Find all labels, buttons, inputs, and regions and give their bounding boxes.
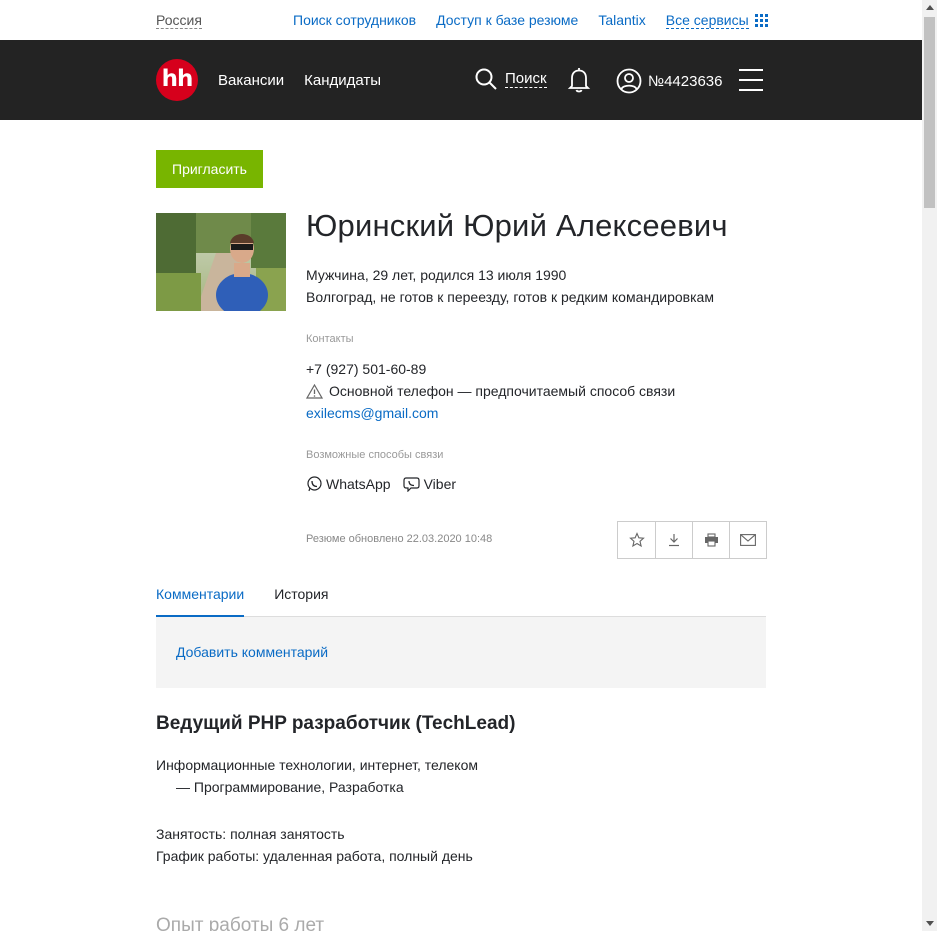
apps-grid-icon <box>754 14 768 27</box>
resume-db-link[interactable]: Доступ к базе резюме <box>436 12 578 29</box>
star-icon <box>628 532 645 548</box>
account-number: №4423636 <box>648 72 723 90</box>
scroll-down-arrow-icon[interactable] <box>926 921 934 926</box>
menu-button[interactable] <box>739 69 763 91</box>
viber-label: Viber <box>423 476 457 492</box>
contacts-label: Контакты <box>306 333 354 345</box>
account-button[interactable]: №4423636 <box>616 68 723 94</box>
nav-vacancies[interactable]: Вакансии <box>218 72 284 89</box>
email-link[interactable]: exilecms@gmail.com <box>306 404 438 422</box>
contact-ways-label: Возможные способы связи <box>306 449 444 461</box>
search-icon <box>475 68 497 90</box>
employee-search-link[interactable]: Поиск сотрудников <box>293 12 416 29</box>
warning-icon <box>306 383 323 399</box>
candidate-location: Волгоград, не готов к переезду, готов к … <box>306 289 714 305</box>
whatsapp-icon <box>307 476 322 492</box>
comments-panel: Добавить комментарий <box>156 617 766 688</box>
candidate-photo <box>156 213 286 311</box>
resume-tabs: Комментарии История <box>156 586 766 617</box>
position-schedule: График работы: удаленная работа, полный … <box>156 848 473 864</box>
phone-number[interactable]: +7 (927) 501-60-89 <box>306 360 426 378</box>
resume-actions <box>617 521 767 559</box>
region-selector[interactable]: Россия <box>156 12 202 29</box>
messengers: WhatsApp Viber <box>306 476 456 492</box>
email-text[interactable]: exilecms@gmail.com <box>306 405 438 421</box>
all-services-menu[interactable]: Все сервисы <box>665 12 768 29</box>
all-services-link[interactable]: Все сервисы <box>665 12 749 29</box>
position-industry: Информационные технологии, интернет, тел… <box>156 757 478 773</box>
candidate-name: Юринский Юрий Алексеевич <box>306 208 728 243</box>
download-icon <box>669 534 679 547</box>
phone-note: Основной телефон — предпочитаемый способ… <box>306 382 675 400</box>
position-title: Ведущий PHP разработчик (TechLead) <box>156 713 516 734</box>
bell-icon <box>567 68 591 93</box>
invite-button[interactable]: Пригласить <box>156 150 263 188</box>
tab-history[interactable]: История <box>274 586 328 617</box>
resume-updated: Резюме обновлено 22.03.2020 10:48 <box>306 533 493 545</box>
viber-icon <box>402 477 420 492</box>
printer-icon <box>704 533 718 547</box>
hh-logo[interactable]: hh <box>156 59 198 101</box>
talantix-link[interactable]: Talantix <box>598 12 645 29</box>
position-employment: Занятость: полная занятость <box>156 826 345 842</box>
add-comment-link[interactable]: Добавить комментарий <box>176 644 328 660</box>
whatsapp-link[interactable]: WhatsApp <box>306 476 391 492</box>
tab-comments[interactable]: Комментарии <box>156 586 245 617</box>
hamburger-icon <box>739 69 763 91</box>
header-search[interactable]: Поиск <box>475 68 547 90</box>
envelope-icon <box>740 534 756 546</box>
favorite-button[interactable] <box>618 522 655 558</box>
scrollbar-thumb[interactable] <box>924 17 935 208</box>
top-links: Поиск сотрудников Доступ к базе резюме T… <box>293 12 768 29</box>
phone-note-text: Основной телефон — предпочитаемый способ… <box>329 383 676 399</box>
main-nav: Вакансии Кандидаты <box>218 72 381 89</box>
page-scrollbar[interactable] <box>922 0 937 931</box>
whatsapp-label: WhatsApp <box>326 476 391 492</box>
email-resume-button[interactable] <box>729 522 766 558</box>
user-icon <box>616 68 642 94</box>
experience-heading: Опыт работы 6 лет <box>156 915 325 931</box>
candidate-summary: Мужчина, 29 лет, родился 13 июля 1990 <box>306 267 567 283</box>
nav-candidates[interactable]: Кандидаты <box>304 72 381 89</box>
print-button[interactable] <box>692 522 729 558</box>
scroll-up-arrow-icon[interactable] <box>926 5 934 10</box>
top-strip: Россия Поиск сотрудников Доступ к базе р… <box>0 0 922 40</box>
position-specialization: — Программирование, Разработка <box>176 779 404 795</box>
viber-link[interactable]: Viber <box>402 476 457 492</box>
search-label: Поиск <box>505 69 547 88</box>
notifications-button[interactable] <box>567 66 591 99</box>
main-header: hh Вакансии Кандидаты Поиск №4423636 <box>0 40 922 120</box>
download-button[interactable] <box>655 522 692 558</box>
